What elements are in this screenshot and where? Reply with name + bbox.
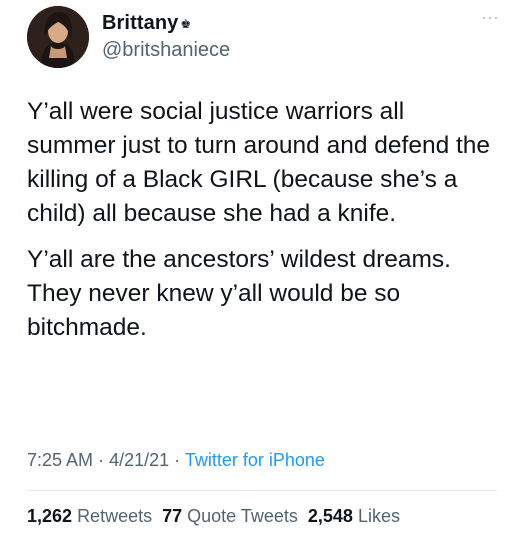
likes-label: Likes — [357, 506, 400, 526]
tweet-stats: 1,262 Retweets 77 Quote Tweets 2,548 Likes — [27, 506, 410, 527]
tweet-card: Brittany ♚ @britshaniece ··· Y’all were s… — [0, 0, 517, 540]
divider — [27, 490, 497, 491]
meta-separator: · — [98, 450, 105, 470]
likes-count: 2,548 — [307, 506, 353, 526]
retweets-label: Retweets — [77, 506, 153, 526]
likes-stat[interactable]: 2,548 Likes — [308, 506, 400, 526]
crown-icon: ♚ — [180, 17, 192, 31]
quote-tweets-stat[interactable]: 77 Quote Tweets — [162, 506, 298, 526]
display-name-text: Brittany — [102, 12, 179, 34]
tweet-time[interactable]: 7:25 AM — [27, 450, 93, 470]
retweets-stat[interactable]: 1,262 Retweets — [27, 506, 152, 526]
avatar-image — [27, 6, 89, 68]
retweets-count: 1,262 — [27, 506, 73, 526]
tweet-text: Y’all were social justice warriors all s… — [27, 95, 497, 345]
tweet-meta: 7:25 AM · 4/21/21 · Twitter for iPhone — [27, 450, 325, 471]
tweet-paragraph: Y’all were social justice warriors all s… — [27, 98, 491, 227]
tweet-source-link[interactable]: Twitter for iPhone — [185, 450, 325, 470]
user-handle[interactable]: @britshaniece — [102, 39, 230, 62]
tweet-date[interactable]: 4/21/21 — [109, 450, 169, 470]
tweet-paragraph: Y’all are the ancestors’ wildest dreams.… — [27, 246, 451, 341]
quote-tweets-count: 77 — [162, 506, 183, 526]
quote-tweets-label: Quote Tweets — [187, 506, 298, 526]
meta-separator: · — [174, 450, 181, 470]
display-name[interactable]: Brittany ♚ — [102, 12, 191, 35]
avatar[interactable] — [27, 6, 89, 68]
more-options-icon[interactable]: ··· — [481, 8, 499, 26]
